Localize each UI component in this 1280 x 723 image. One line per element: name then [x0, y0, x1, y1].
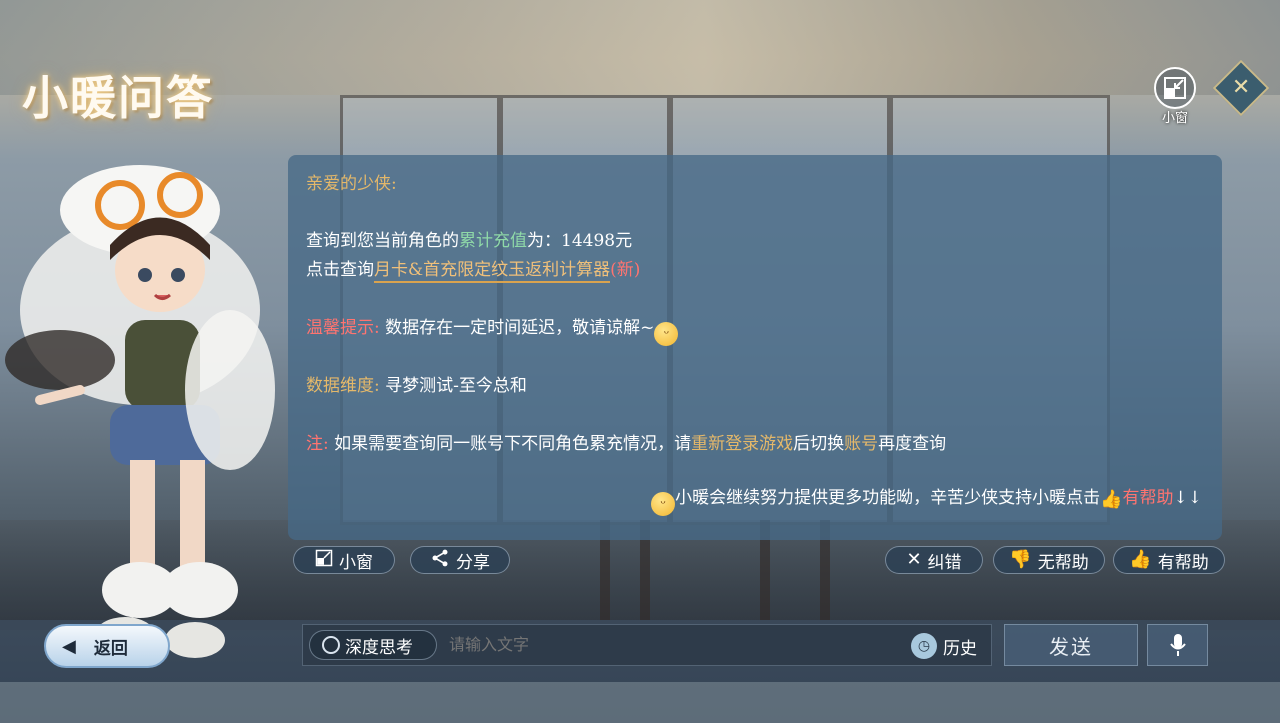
tip-label: 温馨提示: — [306, 318, 380, 338]
thumbs-up-emoji-icon: 👍 — [1100, 489, 1123, 510]
calc-prefix: 点击查询 — [306, 260, 374, 280]
cross-icon: ✕ — [906, 549, 922, 570]
recharge-line: 查询到您当前角色的累计充值为：14498元 — [306, 226, 632, 251]
character-illustration — [5, 165, 275, 658]
relogin-highlight: 重新登录游戏 — [691, 434, 794, 454]
kiss-emoji-icon: ᵕ — [651, 492, 676, 516]
dimension-text: 寻梦测试-至今总和 — [379, 376, 527, 396]
back-label: 返回 — [93, 638, 128, 659]
microphone-icon — [1169, 634, 1186, 656]
dimension-line: 数据维度: 寻梦测试-至今总和 — [306, 371, 527, 396]
kiss-emoji-icon: ᵕ — [654, 322, 679, 346]
answer-panel: 亲爱的少侠: 查询到您当前角色的累计充值为：14498元 点击查询月卡&首充限定… — [288, 155, 1222, 540]
note-label: 注: — [306, 434, 329, 454]
share-icon — [430, 548, 450, 572]
send-button[interactable]: 发送 — [1004, 624, 1138, 666]
note-text-2: 后切换 — [793, 434, 845, 454]
history-label: 历史 — [943, 638, 977, 659]
mini-window-button[interactable]: 小窗 — [293, 546, 395, 574]
calculator-line: 点击查询月卡&首充限定纹玉返利计算器(新) — [306, 255, 641, 283]
helpful-button[interactable]: 👍 有帮助 — [1113, 546, 1225, 574]
tip-line: 温馨提示: 数据存在一定时间延迟，敬请谅解~ ᵕ — [306, 313, 679, 346]
helpful-label: 有帮助 — [1157, 552, 1209, 573]
history-button[interactable]: ◷ 历史 — [911, 633, 977, 659]
thumbs-up-icon: 👍 — [1129, 549, 1152, 570]
calc-new-badge: (新) — [610, 260, 641, 280]
footer-arrows: ↓↓ — [1173, 488, 1203, 508]
share-button[interactable]: 分享 — [410, 546, 510, 574]
not-helpful-button[interactable]: 👎 无帮助 — [993, 546, 1105, 574]
deep-think-label: 深度思考 — [345, 637, 413, 658]
mini-window-icon — [1154, 67, 1196, 109]
clock-icon: ◷ — [911, 633, 937, 659]
mini-window-label: 小窗 — [339, 552, 373, 573]
back-arrow-icon: ◀ — [62, 635, 76, 657]
deep-think-toggle[interactable]: 深度思考 — [309, 630, 437, 660]
account-highlight: 账号 — [844, 434, 879, 454]
page-title: 小暖问答 — [22, 71, 214, 125]
greeting-line: 亲爱的少侠: — [306, 169, 397, 194]
note-text-3: 再度查询 — [878, 434, 947, 454]
bottom-floor — [0, 682, 1280, 723]
microphone-button[interactable] — [1147, 624, 1208, 666]
query-highlight: 累计充值 — [459, 231, 527, 251]
greeting: 亲爱的少侠: — [306, 174, 397, 194]
calculator-link[interactable]: 月卡&首充限定纹玉返利计算器 — [374, 260, 611, 283]
mini-window-top-button[interactable]: 小窗 — [1152, 67, 1198, 126]
correct-button[interactable]: ✕ 纠错 — [885, 546, 983, 574]
mini-window-icon — [315, 549, 333, 571]
footer-text: 小暖会继续努力提供更多功能呦，辛苦少侠支持小暖点击 — [675, 488, 1101, 508]
radio-circle-icon — [322, 636, 340, 654]
dimension-label: 数据维度: — [306, 376, 380, 396]
footer-line: ᵕ 小暖会继续努力提供更多功能呦，辛苦少侠支持小暖点击👍有帮助↓↓ — [651, 483, 1202, 516]
not-helpful-label: 无帮助 — [1037, 552, 1089, 573]
close-icon: ✕ — [1231, 75, 1251, 100]
back-button[interactable]: ◀ 返回 — [44, 624, 170, 668]
correct-label: 纠错 — [927, 552, 962, 573]
tip-text: 数据存在一定时间延迟，敬请谅解~ — [379, 318, 655, 338]
footer-helpful: 有帮助 — [1122, 488, 1174, 508]
question-input[interactable] — [449, 635, 869, 654]
note-line: 注: 如果需要查询同一账号下不同角色累充情况，请重新登录游戏后切换账号再度查询 — [306, 429, 946, 454]
note-text-1: 如果需要查询同一账号下不同角色累充情况，请 — [328, 434, 692, 454]
share-label: 分享 — [456, 552, 490, 573]
query-prefix: 查询到您当前角色的 — [306, 231, 459, 251]
mini-window-top-label: 小窗 — [1161, 111, 1188, 126]
thumbs-down-icon: 👎 — [1009, 549, 1032, 570]
input-bar: 深度思考 ◷ 历史 — [302, 624, 992, 666]
query-suffix: 为：14498元 — [527, 231, 633, 251]
